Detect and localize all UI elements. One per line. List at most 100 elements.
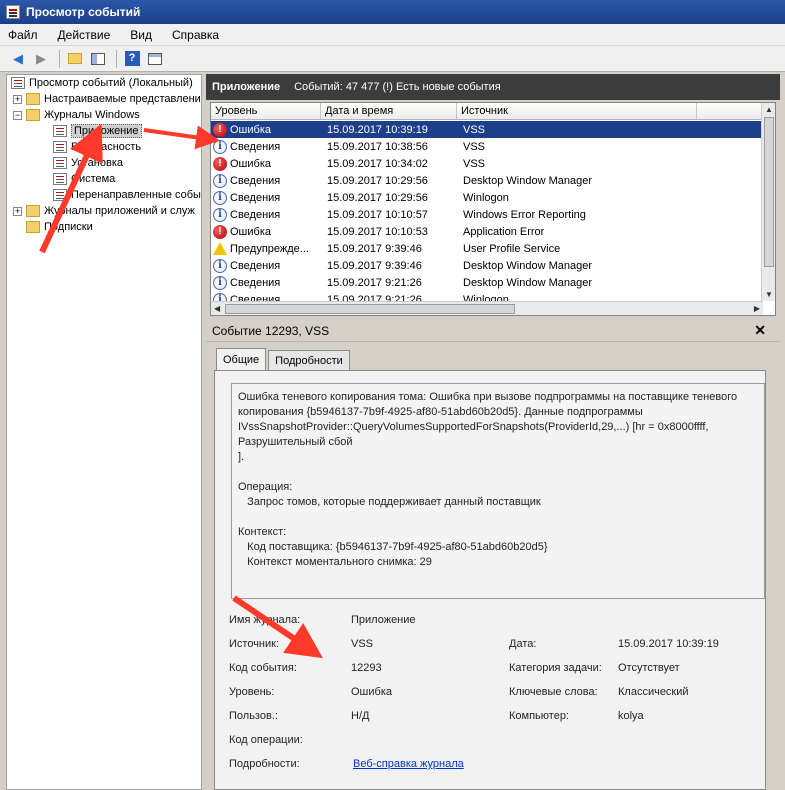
expand-icon[interactable]: + xyxy=(13,94,22,104)
window-title: Просмотр событий xyxy=(26,5,141,19)
toolbar-separator xyxy=(116,49,117,68)
date-value: 15.09.2017 10:39:19 xyxy=(618,638,719,650)
tree-item-security[interactable]: Безопасность xyxy=(7,139,201,155)
task-category-label: Категория задачи: xyxy=(509,662,602,674)
tab-general[interactable]: Общие xyxy=(216,348,267,370)
scroll-right-icon[interactable]: ▶ xyxy=(754,304,760,313)
close-icon[interactable]: ✕ xyxy=(754,322,766,339)
properties-icon[interactable] xyxy=(145,49,165,69)
tree-item-forwarded-events[interactable]: Перенаправленные событ xyxy=(7,187,201,203)
log-icon xyxy=(53,173,67,185)
scroll-down-icon[interactable]: ▼ xyxy=(765,290,773,299)
vertical-scrollbar[interactable]: ▲ ▼ xyxy=(761,103,775,301)
event-date-cell: 15.09.2017 9:39:46 xyxy=(327,259,422,272)
computer-label: Компьютер: xyxy=(509,710,569,722)
tree-item-root[interactable]: Просмотр событий (Локальный) xyxy=(7,75,201,91)
tree-item-application[interactable]: Приложение xyxy=(7,123,201,139)
log-icon xyxy=(53,125,67,137)
event-level-text: Сведения xyxy=(230,174,281,187)
event-row[interactable]: i Сведения 15.09.2017 10:10:57 Windows Erro… xyxy=(211,206,761,223)
tree-item-setup[interactable]: Установка xyxy=(7,155,201,171)
event-level-text: Ошибка xyxy=(230,225,271,238)
more-info-label: Подробности: xyxy=(229,758,300,770)
event-row[interactable]: ! Ошибка 15.09.2017 10:10:53 Application Er… xyxy=(211,223,761,240)
back-arrow-icon[interactable]: ◀ xyxy=(8,49,28,69)
event-level-cell: i Сведения xyxy=(211,139,321,154)
event-level-cell: ! Ошибка xyxy=(211,224,321,239)
collapse-icon[interactable]: − xyxy=(13,110,22,120)
folder-icon xyxy=(26,109,40,121)
error-icon: ! xyxy=(213,122,227,137)
event-viewer-app-icon xyxy=(6,5,20,19)
toolbar-separator xyxy=(59,49,60,68)
opcode-label: Код операции: xyxy=(229,734,303,746)
log-name-label: Имя журнала: xyxy=(229,614,301,626)
log-icon xyxy=(53,157,67,169)
tab-details[interactable]: Подробности xyxy=(268,350,350,370)
tree-item-subscriptions[interactable]: Подписки xyxy=(7,219,201,235)
event-id-value: 12293 xyxy=(351,662,382,674)
event-source-cell: Winlogon xyxy=(463,191,509,204)
toolbar: ◀ ▶ ? xyxy=(0,46,785,72)
column-date[interactable]: Дата и время xyxy=(321,103,457,119)
menu-file[interactable]: Файл xyxy=(8,28,38,42)
horizontal-scrollbar[interactable]: ◀ ▶ xyxy=(211,301,763,315)
forward-arrow-icon[interactable]: ▶ xyxy=(31,49,51,69)
event-log-online-help-link[interactable]: Веб-справка журнала xyxy=(353,758,464,770)
help-icon[interactable]: ? xyxy=(122,49,142,69)
event-level-text: Сведения xyxy=(230,208,281,221)
event-row[interactable]: i Сведения 15.09.2017 9:21:26 Desktop Windo… xyxy=(211,274,761,291)
expand-icon[interactable]: + xyxy=(13,206,22,216)
event-viewer-icon xyxy=(11,77,25,89)
detail-header: Событие 12293, VSS ✕ xyxy=(206,320,780,342)
log-icon xyxy=(53,141,67,153)
menu-bar: Файл Действие Вид Справка xyxy=(0,24,785,46)
info-icon: i xyxy=(213,139,227,154)
event-date-cell: 15.09.2017 10:10:57 xyxy=(327,208,428,221)
event-level-text: Сведения xyxy=(230,191,281,204)
event-level-text: Ошибка xyxy=(230,157,271,170)
scroll-up-icon[interactable]: ▲ xyxy=(765,105,773,114)
event-source-cell: User Profile Service xyxy=(463,242,561,255)
level-value: Ошибка xyxy=(351,686,392,698)
menu-action[interactable]: Действие xyxy=(58,28,111,42)
menu-help[interactable]: Справка xyxy=(172,28,219,42)
event-date-cell: 15.09.2017 10:10:53 xyxy=(327,225,428,238)
show-hide-tree-icon[interactable] xyxy=(88,49,108,69)
event-level-text: Сведения xyxy=(230,259,281,272)
event-row[interactable]: Предупрежде... 15.09.2017 9:39:46 User Pro… xyxy=(211,240,761,257)
event-row[interactable]: i Сведения 15.09.2017 10:29:56 Desktop Wind… xyxy=(211,172,761,189)
event-level-cell: Предупрежде... xyxy=(211,242,321,255)
tree-item-windows-logs[interactable]: − Журналы Windows xyxy=(7,107,201,123)
event-row[interactable]: i Сведения 15.09.2017 10:38:56 VSS xyxy=(211,138,761,155)
event-detail-panel: Событие 12293, VSS ✕ Общие Подробности О… xyxy=(206,320,780,790)
event-row[interactable]: i Сведения 15.09.2017 9:39:46 Desktop Windo… xyxy=(211,257,761,274)
info-icon: i xyxy=(213,207,227,222)
scroll-thumb[interactable] xyxy=(225,304,515,314)
event-row[interactable]: i Сведения 15.09.2017 10:29:56 Winlogon xyxy=(211,189,761,206)
column-level[interactable]: Уровень xyxy=(211,103,321,119)
event-level-cell: i Сведения xyxy=(211,173,321,188)
event-date-cell: 15.09.2017 9:21:26 xyxy=(327,276,422,289)
event-description[interactable]: Ошибка теневого копирования тома: Ошибка… xyxy=(231,383,765,599)
up-folder-icon[interactable] xyxy=(65,49,85,69)
info-icon: i xyxy=(213,190,227,205)
scroll-left-icon[interactable]: ◀ xyxy=(214,304,220,313)
warning-icon xyxy=(213,242,227,255)
menu-view[interactable]: Вид xyxy=(130,28,152,42)
scroll-thumb[interactable] xyxy=(764,117,774,267)
event-level-cell: i Сведения xyxy=(211,207,321,222)
tree-item-custom-views[interactable]: + Настраиваемые представлени xyxy=(7,91,201,107)
column-source[interactable]: Источник xyxy=(457,103,697,119)
level-label: Уровень: xyxy=(229,686,275,698)
source-label: Источник: xyxy=(229,638,280,650)
event-date-cell: 15.09.2017 10:29:56 xyxy=(327,174,428,187)
event-date-cell: 15.09.2017 10:39:19 xyxy=(327,123,428,136)
event-row[interactable]: ! Ошибка 15.09.2017 10:34:02 VSS xyxy=(211,155,761,172)
tree-item-system[interactable]: Система xyxy=(7,171,201,187)
source-value: VSS xyxy=(351,638,374,650)
user-value: Н/Д xyxy=(351,710,370,722)
event-source-cell: VSS xyxy=(463,157,486,170)
event-row[interactable]: ! Ошибка 15.09.2017 10:39:19 VSS xyxy=(211,121,761,138)
tree-item-app-logs[interactable]: + Журналы приложений и служ xyxy=(7,203,201,219)
